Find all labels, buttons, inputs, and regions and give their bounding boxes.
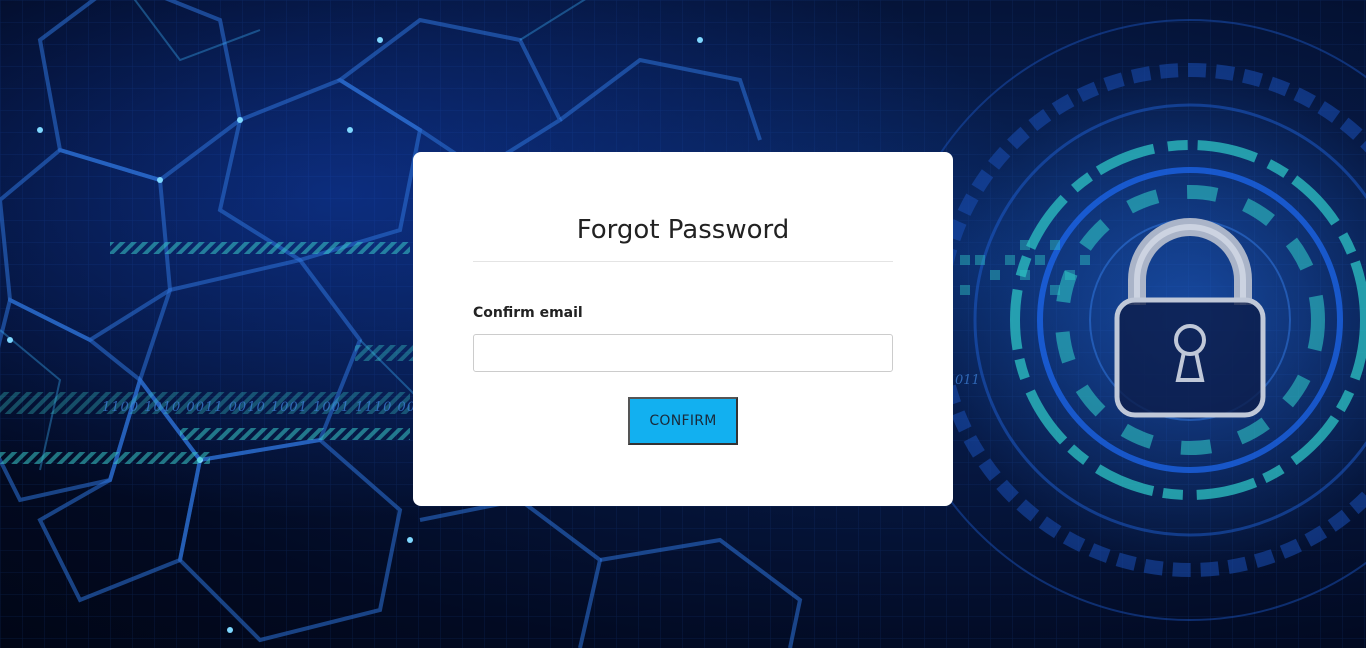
- forgot-password-card: Forgot Password Confirm email CONFIRM: [413, 152, 953, 506]
- email-label: Confirm email: [473, 305, 583, 321]
- binary-text-left: 1100 1010 0011 0010 1001 1001 1110 00: [102, 400, 417, 415]
- page-title: Forgot Password: [576, 215, 790, 245]
- email-field[interactable]: [473, 334, 893, 372]
- binary-text-right: 011: [955, 373, 980, 388]
- confirm-button[interactable]: CONFIRM: [628, 397, 738, 445]
- title-divider: [473, 261, 893, 262]
